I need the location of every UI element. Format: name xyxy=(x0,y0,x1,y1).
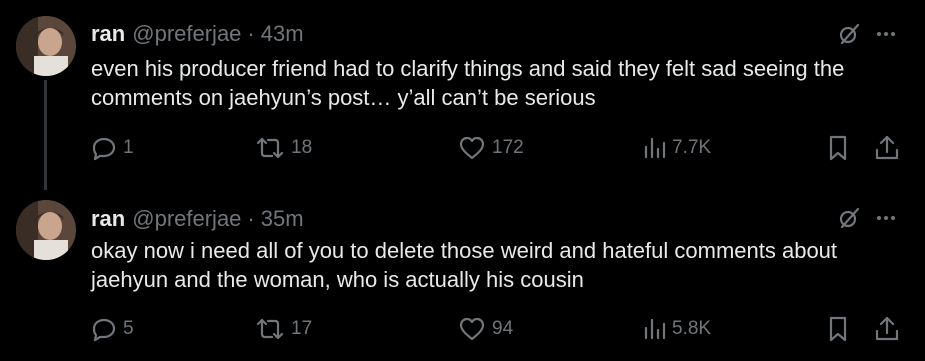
views-button[interactable]: 7.7K xyxy=(642,133,711,163)
views-count: 7.7K xyxy=(672,137,712,158)
tweet-actions: 5 17 94 5.8K xyxy=(91,314,901,344)
tweet[interactable]: ran @preferjae · 35m okay now i need all… xyxy=(0,184,925,361)
like-button[interactable]: 172 xyxy=(458,133,524,163)
share-button[interactable] xyxy=(874,314,900,344)
tweet-text: okay now i need all of you to delete tho… xyxy=(91,238,838,292)
like-count: 94 xyxy=(492,318,514,339)
more-icon[interactable] xyxy=(875,23,897,45)
author-handle[interactable]: @preferjae xyxy=(132,20,241,48)
reply-count: 1 xyxy=(123,137,134,158)
views-count: 5.8K xyxy=(672,318,712,339)
author-name[interactable]: ran xyxy=(91,205,125,233)
bookmark-icon xyxy=(826,315,850,343)
thread-line xyxy=(44,80,47,190)
grok-icon[interactable] xyxy=(837,22,861,46)
views-button[interactable]: 5.8K xyxy=(642,314,711,344)
separator-dot: · xyxy=(247,206,255,231)
reply-icon xyxy=(91,135,117,161)
reply-button[interactable]: 5 xyxy=(91,314,134,344)
like-count: 172 xyxy=(492,137,524,158)
heart-icon xyxy=(458,135,486,161)
tweet-text: even his producer friend had to clarify … xyxy=(91,56,845,110)
timestamp[interactable]: 35m xyxy=(261,205,304,233)
tweet-top-icons xyxy=(837,22,897,46)
tweet[interactable]: ran @preferjae · 43m even his producer f… xyxy=(0,0,925,190)
like-button[interactable]: 94 xyxy=(458,314,513,344)
tweet-header: ran @preferjae · 35m xyxy=(91,205,304,233)
avatar[interactable] xyxy=(16,16,76,76)
reply-icon xyxy=(91,316,117,342)
timestamp[interactable]: 43m xyxy=(261,20,304,48)
avatar[interactable] xyxy=(16,200,76,260)
share-icon xyxy=(874,315,900,343)
retweet-button[interactable]: 18 xyxy=(255,133,312,163)
views-icon xyxy=(642,316,666,342)
bookmark-button[interactable] xyxy=(826,133,850,163)
author-name[interactable]: ran xyxy=(91,20,125,48)
reply-count: 5 xyxy=(123,318,134,339)
bookmark-button[interactable] xyxy=(826,314,850,344)
share-button[interactable] xyxy=(874,133,900,163)
tweet-top-icons xyxy=(837,206,897,230)
separator-dot: · xyxy=(247,21,255,46)
retweet-count: 17 xyxy=(291,318,313,339)
reply-button[interactable]: 1 xyxy=(91,133,134,163)
share-icon xyxy=(874,134,900,162)
more-icon[interactable] xyxy=(875,207,897,229)
bookmark-icon xyxy=(826,134,850,162)
views-icon xyxy=(642,135,666,161)
author-handle[interactable]: @preferjae xyxy=(132,205,241,233)
heart-icon xyxy=(458,316,486,342)
tweet-header: ran @preferjae · 43m xyxy=(91,20,304,48)
retweet-icon xyxy=(255,316,285,342)
retweet-icon xyxy=(255,135,285,161)
tweet-actions: 1 18 172 7.7K xyxy=(91,133,901,163)
retweet-button[interactable]: 17 xyxy=(255,314,312,344)
retweet-count: 18 xyxy=(291,137,313,158)
grok-icon[interactable] xyxy=(837,206,861,230)
